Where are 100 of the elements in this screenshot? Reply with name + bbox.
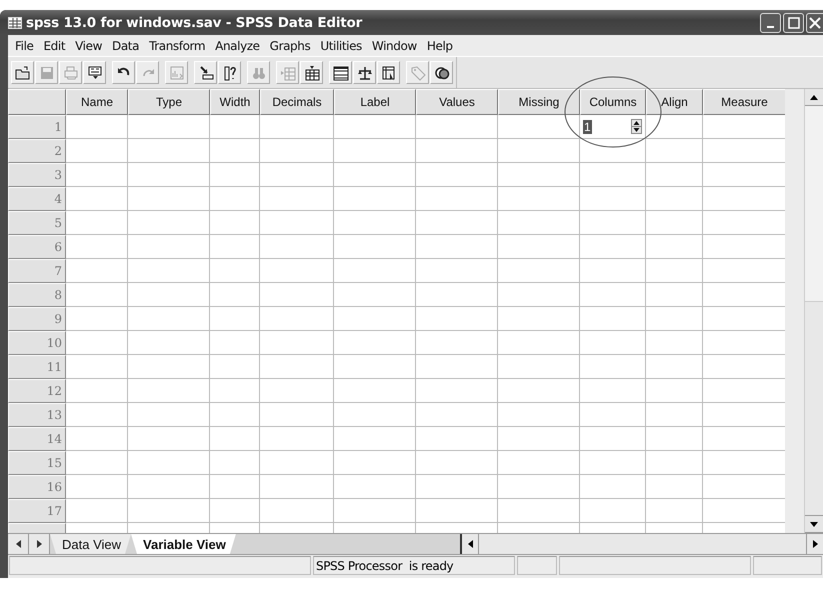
toolbar-button[interactable] [83,61,106,84]
table-cell[interactable] [498,355,580,379]
table-cell[interactable] [580,187,646,211]
table-cell[interactable] [260,139,334,163]
table-cell[interactable] [416,139,498,163]
menu-item[interactable]: Window [366,38,422,52]
table-cell[interactable] [580,331,646,355]
table-cell[interactable] [210,427,260,451]
table-cell[interactable] [416,355,498,379]
table-cell[interactable] [703,211,786,235]
table-cell[interactable] [416,235,498,259]
table-cell[interactable] [210,331,260,355]
table-cell[interactable] [66,379,128,403]
table-cell[interactable] [416,283,498,307]
table-cell[interactable] [703,427,786,451]
table-cell[interactable] [580,403,646,427]
table-cell[interactable] [210,499,260,523]
table-cell[interactable] [260,187,334,211]
toolbar-button[interactable] [430,61,453,84]
table-cell[interactable] [580,475,646,499]
table-cell[interactable] [416,211,498,235]
table-cell[interactable] [128,139,210,163]
menu-item[interactable]: File [10,38,38,52]
table-cell[interactable] [703,235,786,259]
column-header[interactable]: Type [128,89,210,115]
table-cell[interactable] [128,331,210,355]
table-cell[interactable] [580,259,646,283]
table-cell[interactable] [66,475,128,499]
menu-item[interactable]: Analyze [210,38,265,52]
table-cell[interactable] [128,379,210,403]
table-cell[interactable] [260,307,334,331]
table-cell[interactable] [128,355,210,379]
table-cell[interactable] [416,163,498,187]
table-cell[interactable] [498,139,580,163]
table-cell[interactable] [498,475,580,499]
table-cell[interactable] [580,307,646,331]
column-header[interactable]: Measure [703,89,786,115]
table-cell[interactable] [334,451,416,475]
table-cell[interactable] [703,283,786,307]
table-cell[interactable] [416,451,498,475]
table-cell[interactable] [646,139,703,163]
table-cell[interactable] [66,211,128,235]
table-cell[interactable] [128,283,210,307]
table-cell[interactable] [334,403,416,427]
table-cell[interactable] [334,259,416,283]
table-cell[interactable] [580,427,646,451]
table-cell[interactable] [260,403,334,427]
table-cell[interactable] [260,475,334,499]
table-cell[interactable] [498,163,580,187]
table-cell[interactable] [703,331,786,355]
table-cell[interactable] [498,235,580,259]
toolbar-button[interactable] [218,61,241,84]
table-cell[interactable] [703,451,786,475]
table-cell[interactable] [334,283,416,307]
table-cell[interactable] [210,163,260,187]
toolbar-button[interactable] [329,61,352,84]
table-cell[interactable] [703,259,786,283]
table-cell[interactable] [260,451,334,475]
table-cell[interactable] [580,355,646,379]
left-arrow-icon[interactable] [468,540,472,548]
table-cell[interactable] [334,379,416,403]
table-cell[interactable] [260,331,334,355]
table-cell[interactable] [128,475,210,499]
table-cell[interactable] [416,187,498,211]
table-cell[interactable] [210,283,260,307]
table-cell[interactable] [260,235,334,259]
column-header[interactable]: Missing [498,89,580,115]
table-cell[interactable] [66,115,128,139]
table-cell[interactable] [498,403,580,427]
table-cell[interactable] [646,499,703,523]
table-cell[interactable] [498,307,580,331]
table-cell[interactable] [334,163,416,187]
table-cell[interactable] [66,283,128,307]
table-cell[interactable] [66,499,128,523]
table-cell[interactable] [703,187,786,211]
vertical-scrollbar[interactable] [804,89,823,533]
table-cell[interactable] [210,475,260,499]
table-cell[interactable] [210,451,260,475]
table-cell[interactable] [580,283,646,307]
table-cell[interactable] [260,427,334,451]
table-cell[interactable] [334,331,416,355]
table-cell[interactable] [66,451,128,475]
down-arrow-icon[interactable] [810,522,818,526]
table-cell[interactable] [703,403,786,427]
table-cell[interactable] [498,211,580,235]
toolbar-button[interactable] [353,61,376,84]
table-cell[interactable] [646,379,703,403]
table-cell[interactable] [646,187,703,211]
table-cell[interactable] [66,331,128,355]
table-cell[interactable] [646,283,703,307]
table-cell[interactable] [646,211,703,235]
table-cell[interactable] [646,355,703,379]
table-cell[interactable] [416,427,498,451]
menu-item[interactable]: Transform [144,38,210,52]
table-cell[interactable] [334,427,416,451]
table-cell[interactable] [128,403,210,427]
table-cell[interactable] [66,163,128,187]
table-cell[interactable] [260,355,334,379]
table-cell[interactable] [210,379,260,403]
table-cell[interactable] [703,139,786,163]
